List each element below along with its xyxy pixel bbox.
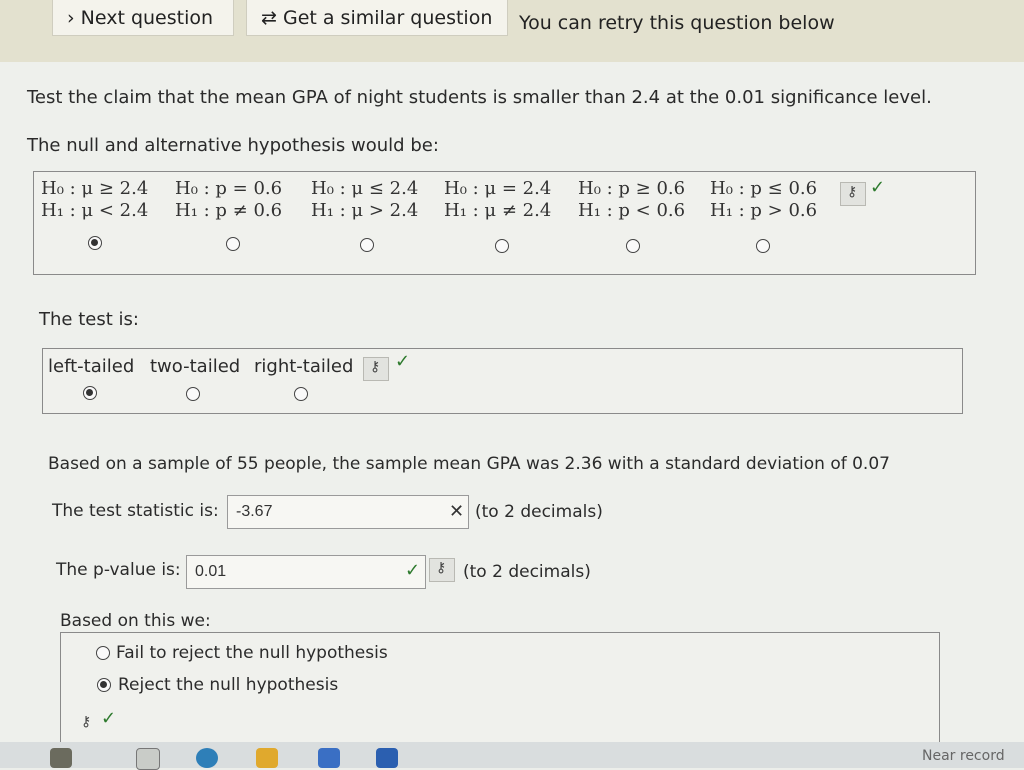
pvalue-label: The p-value is: (56, 560, 181, 580)
right-tailed-label: right-tailed (254, 356, 354, 377)
hypothesis-option-4: H₀ : μ = 2.4 H₁ : μ ≠ 2.4 (444, 178, 551, 222)
hypothesis-option-3: H₀ : μ ≤ 2.4 H₁ : μ > 2.4 (311, 178, 418, 222)
test-prompt: The test is: (39, 309, 139, 330)
two-tailed-label: two-tailed (150, 356, 241, 377)
pvalue-input[interactable]: 0.01 (186, 555, 426, 589)
key-icon[interactable]: ⚷ (363, 357, 389, 381)
next-question-button[interactable]: › Next question (52, 0, 234, 36)
key-icon[interactable]: ⚷ (429, 558, 455, 582)
left-tailed-label: left-tailed (48, 356, 135, 377)
test-statistic-hint: (to 2 decimals) (475, 502, 603, 522)
app-icon[interactable] (318, 748, 340, 768)
key-icon[interactable]: ⚷ (840, 182, 866, 206)
hypothesis-option-6: H₀ : p ≤ 0.6 H₁ : p > 0.6 (710, 178, 817, 222)
weather-text: Near record (922, 748, 1005, 764)
reject-radio[interactable] (97, 678, 111, 692)
hypothesis-radio-4[interactable] (495, 239, 509, 253)
claim-text: Test the claim that the mean GPA of nigh… (27, 87, 932, 108)
hypothesis-options-box: H₀ : μ ≥ 2.4 H₁ : μ < 2.4 H₀ : p = 0.6 H… (33, 171, 976, 275)
h0-text: H₀ : μ = 2.4 (444, 178, 552, 199)
two-tailed-radio[interactable] (186, 387, 200, 401)
incorrect-icon: ✕ (449, 501, 465, 522)
reject-label: Reject the null hypothesis (118, 675, 339, 695)
pvalue-hint: (to 2 decimals) (463, 562, 591, 582)
word-icon[interactable] (376, 748, 398, 768)
h0-text: H₀ : p ≤ 0.6 (710, 178, 818, 199)
key-icon[interactable]: ⚷ (77, 713, 103, 737)
check-icon: ✓ (101, 708, 117, 729)
edge-icon[interactable] (196, 748, 218, 768)
hypothesis-option-1: H₀ : μ ≥ 2.4 H₁ : μ < 2.4 (41, 178, 148, 222)
taskbar: Near record (0, 742, 1024, 770)
check-icon: ✓ (405, 560, 421, 581)
test-statistic-input[interactable]: -3.67 (227, 495, 469, 529)
hypothesis-radio-5[interactable] (626, 239, 640, 253)
app-icon[interactable] (50, 748, 72, 768)
h1-text: H₁ : p > 0.6 (710, 200, 818, 221)
test-statistic-label: The test statistic is: (52, 501, 219, 521)
hypothesis-radio-1[interactable] (88, 236, 102, 250)
check-icon: ✓ (395, 351, 411, 372)
h0-text: H₀ : μ ≤ 2.4 (311, 178, 419, 199)
next-question-label: Next question (80, 7, 214, 29)
h1-text: H₁ : p < 0.6 (578, 200, 686, 221)
similar-question-label: Get a similar question (282, 7, 493, 29)
app-icon[interactable] (136, 748, 160, 770)
h0-text: H₀ : p ≥ 0.6 (578, 178, 686, 199)
h0-text: H₀ : p = 0.6 (175, 178, 283, 199)
h1-text: H₁ : μ ≠ 2.4 (444, 200, 552, 221)
fail-to-reject-radio[interactable] (96, 646, 110, 660)
check-icon: ✓ (870, 177, 886, 198)
hypothesis-prompt: The null and alternative hypothesis woul… (27, 135, 439, 156)
sample-text: Based on a sample of 55 people, the samp… (48, 454, 890, 474)
h0-text: H₀ : μ ≥ 2.4 (41, 178, 149, 199)
h1-text: H₁ : μ < 2.4 (41, 200, 149, 221)
test-type-box: left-tailed two-tailed right-tailed ⚷ ✓ (42, 348, 963, 414)
h1-text: H₁ : p ≠ 0.6 (175, 200, 283, 221)
right-tailed-radio[interactable] (294, 387, 308, 401)
refresh-icon: ⇄ (261, 7, 277, 29)
decision-box: Fail to reject the null hypothesis Rejec… (60, 632, 940, 744)
chevron-right-icon: › (67, 7, 75, 29)
decision-prompt: Based on this we: (60, 611, 211, 631)
hypothesis-radio-3[interactable] (360, 238, 374, 252)
hypothesis-option-2: H₀ : p = 0.6 H₁ : p ≠ 0.6 (175, 178, 282, 222)
similar-question-button[interactable]: ⇄ Get a similar question (246, 0, 508, 36)
left-tailed-radio[interactable] (83, 386, 97, 400)
retry-message: You can retry this question below (519, 12, 835, 34)
hypothesis-option-5: H₀ : p ≥ 0.6 H₁ : p < 0.6 (578, 178, 685, 222)
fail-to-reject-label: Fail to reject the null hypothesis (116, 643, 388, 663)
hypothesis-radio-6[interactable] (756, 239, 770, 253)
question-toolbar: › Next question ⇄ Get a similar question… (0, 0, 1024, 62)
h1-text: H₁ : μ > 2.4 (311, 200, 419, 221)
folder-icon[interactable] (256, 748, 278, 768)
question-panel: Test the claim that the mean GPA of nigh… (0, 62, 1024, 744)
hypothesis-radio-2[interactable] (226, 237, 240, 251)
